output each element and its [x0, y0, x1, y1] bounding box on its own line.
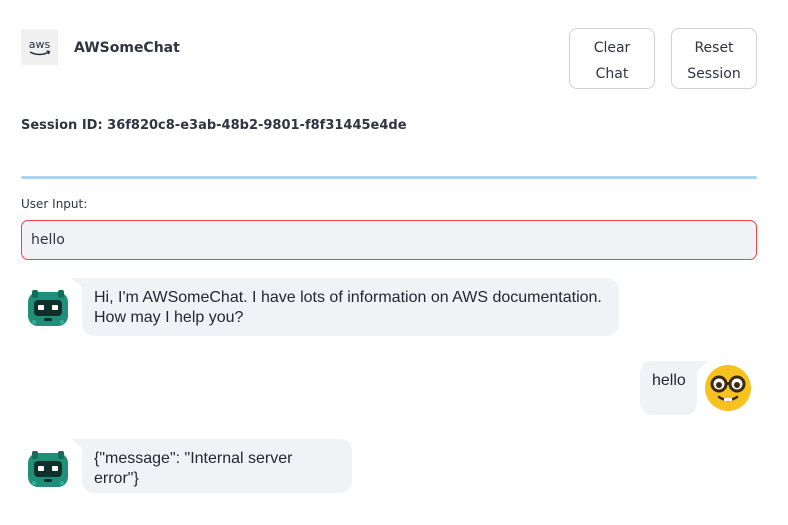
reset-session-button[interactable]: Reset Session — [671, 28, 757, 89]
session-id: Session ID: 36f820c8-e3ab-48b2-9801-f8f3… — [21, 118, 407, 133]
user-input-label: User Input: — [21, 197, 88, 211]
app-title: AWSomeChat — [74, 40, 180, 56]
nerd-face-avatar-icon — [704, 364, 752, 412]
aws-logo-text: aws — [29, 38, 51, 51]
robot-avatar-icon — [24, 445, 72, 493]
bot-message: Hi, I'm AWSomeChat. I have lots of infor… — [82, 278, 619, 336]
divider — [21, 176, 757, 179]
user-input-field[interactable] — [21, 220, 757, 260]
bot-message: {"message": "Internal server error"} — [82, 439, 352, 493]
clear-chat-button[interactable]: Clear Chat — [569, 28, 655, 89]
user-message: hello — [640, 361, 697, 415]
robot-avatar-icon — [24, 284, 72, 332]
aws-logo-icon: aws — [21, 29, 58, 65]
